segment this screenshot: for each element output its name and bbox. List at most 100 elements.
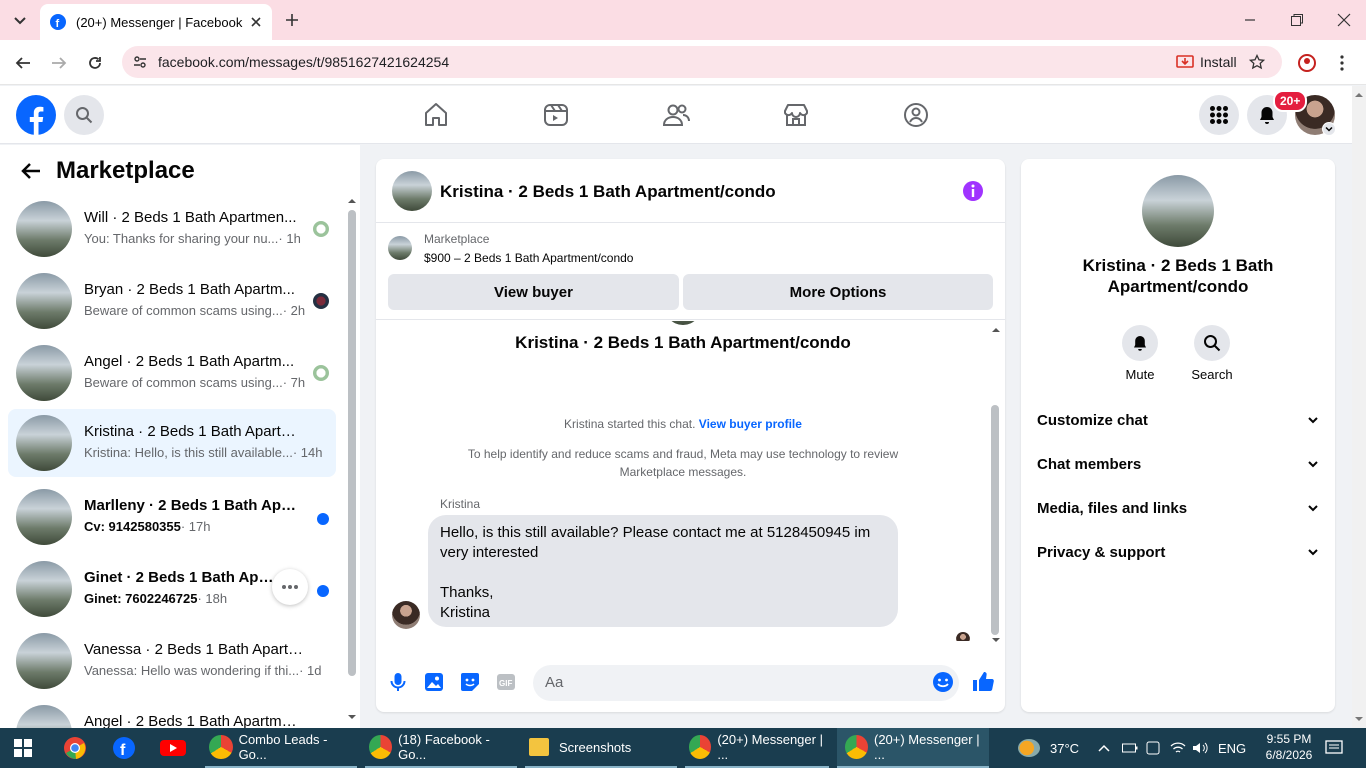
site-info-icon[interactable] [132, 54, 148, 70]
omnibox[interactable]: facebook.com/messages/t/9851627421624254… [122, 46, 1282, 78]
taskbar-app-facebook[interactable]: (18) Facebook - Go... [365, 728, 517, 768]
browser-tab[interactable]: f (20+) Messenger | Facebook [40, 4, 272, 40]
view-buyer-profile-link[interactable]: View buyer profile [699, 417, 802, 431]
bookmark-star-icon[interactable] [1249, 54, 1265, 70]
chat-members-section[interactable]: Chat members [1037, 444, 1319, 484]
windows-start-icon[interactable] [14, 728, 32, 768]
emoji-icon[interactable] [932, 671, 954, 693]
search-icon [75, 106, 93, 124]
chat-title[interactable]: Kristina · 2 Beds 1 Bath Apartment/condo [440, 182, 776, 202]
sticker-icon[interactable] [460, 672, 480, 692]
taskbar-app-messenger-1[interactable]: (20+) Messenger | ... [685, 728, 829, 768]
more-options-icon[interactable] [272, 569, 308, 605]
restore-icon[interactable] [1290, 13, 1304, 27]
conversation-item-selected[interactable]: Kristina · 2 Beds 1 Bath Apartme... Kris… [8, 409, 336, 477]
conversation-item[interactable]: Angel · 2 Beds 1 Bath Apartment... [8, 699, 336, 728]
photo-icon[interactable] [424, 672, 444, 692]
conversation-name: Bryan · 2 Beds 1 Bath Apartm... [84, 281, 295, 298]
clock-date: 6/8/2026 [1265, 748, 1313, 762]
view-buyer-button[interactable]: View buyer [388, 274, 679, 310]
message-input[interactable]: Aa [533, 665, 959, 701]
page-scrollbar[interactable] [1352, 86, 1366, 728]
wifi-icon[interactable] [1170, 728, 1186, 768]
chevron-down-icon [1307, 458, 1319, 470]
scroll-up-icon[interactable] [346, 196, 358, 204]
media-files-links-section[interactable]: Media, files and links [1037, 488, 1319, 528]
marketplace-icon[interactable] [781, 100, 811, 130]
home-icon[interactable] [421, 100, 451, 130]
youtube-taskbar-icon[interactable] [160, 728, 186, 768]
language-indicator[interactable]: ENG [1218, 728, 1246, 768]
taskbar-app-screenshots[interactable]: Screenshots [525, 728, 677, 768]
privacy-support-section[interactable]: Privacy & support [1037, 532, 1319, 572]
mute-button[interactable]: Mute [1110, 325, 1170, 382]
search-button[interactable] [64, 95, 104, 135]
conversation-preview: Beware of common scams using... · 2h [84, 303, 306, 318]
like-thumbs-up-icon[interactable] [972, 670, 994, 692]
new-tab-icon[interactable] [284, 12, 300, 28]
facebook-taskbar-icon[interactable]: f [112, 728, 136, 768]
close-tab-icon[interactable] [250, 16, 262, 28]
menu-button[interactable] [1199, 95, 1239, 135]
sender-avatar[interactable] [392, 601, 420, 629]
svg-text:f: f [120, 742, 126, 759]
device-icon[interactable] [1146, 728, 1160, 768]
conversation-list-scrollbar[interactable] [348, 210, 356, 676]
search-icon [1203, 334, 1221, 352]
details-name: Kristina · 2 Beds 1 Bath Apartment/condo [1082, 256, 1274, 296]
forward-icon[interactable] [50, 54, 68, 72]
friends-icon[interactable] [661, 100, 691, 130]
video-icon[interactable] [541, 100, 571, 130]
listing-title[interactable]: $900 – 2 Beds 1 Bath Apartment/condo [424, 251, 633, 265]
customize-chat-section[interactable]: Customize chat [1037, 400, 1319, 440]
microphone-icon[interactable] [388, 672, 408, 692]
back-icon[interactable] [14, 54, 32, 72]
tab-list-icon[interactable] [10, 10, 30, 30]
conversation-item[interactable]: Ginet · 2 Beds 1 Bath Apartm... Ginet: 7… [8, 555, 336, 623]
taskbar-app-combo-leads[interactable]: Combo Leads - Go... [205, 728, 357, 768]
conversation-item[interactable]: Angel · 2 Beds 1 Bath Apartm... Beware o… [8, 339, 336, 407]
profile-icon[interactable] [1297, 53, 1317, 73]
volume-icon[interactable] [1192, 728, 1208, 768]
thread-scroll-up-icon[interactable] [991, 325, 1001, 333]
message-bubble[interactable]: Hello, is this still available? Please c… [428, 515, 898, 627]
conversation-item[interactable]: Vanessa · 2 Beds 1 Bath Apartme... Vanes… [8, 627, 336, 695]
conversation-item[interactable]: Marlleny · 2 Beds 1 Bath Apart... Cv: 91… [8, 483, 336, 551]
back-arrow-icon[interactable] [20, 161, 42, 181]
browser-menu-icon[interactable] [1336, 54, 1348, 72]
gif-icon[interactable]: GIF [496, 672, 516, 692]
scroll-down-icon[interactable] [346, 714, 358, 722]
info-icon[interactable] [962, 180, 984, 202]
minimize-icon[interactable] [1244, 14, 1256, 26]
chrome-taskbar-icon[interactable] [63, 728, 87, 768]
account-chevron-icon[interactable] [1322, 122, 1336, 136]
conversation-preview: Kristina: Hello, is this still available… [84, 445, 323, 460]
chat-header: Kristina · 2 Beds 1 Bath Apartment/condo [376, 159, 1005, 223]
battery-icon[interactable] [1122, 728, 1138, 768]
more-options-button[interactable]: More Options [683, 274, 993, 310]
thread-scrollbar[interactable] [991, 405, 999, 635]
facebook-logo-icon[interactable] [16, 95, 56, 135]
listing-thumbnail [388, 236, 412, 260]
notification-center-icon[interactable] [1325, 728, 1343, 768]
details-avatar[interactable] [1142, 175, 1214, 247]
clock[interactable]: 9:55 PM 6/8/2026 [1256, 731, 1322, 763]
taskbar-app-messenger-2[interactable]: (20+) Messenger | ... [837, 728, 989, 768]
marketplace-label: Marketplace [424, 232, 490, 246]
listing-thumbnail [16, 705, 72, 728]
reload-icon[interactable] [86, 54, 104, 72]
search-conversation-button[interactable]: Search [1182, 325, 1242, 382]
groups-icon[interactable] [901, 100, 931, 130]
message-thread: Kristina · 2 Beds 1 Bath Apartment/condo… [376, 321, 1005, 641]
chat-avatar[interactable] [392, 171, 432, 211]
conversation-item[interactable]: Will · 2 Beds 1 Bath Apartmen... You: Th… [8, 195, 336, 263]
tray-chevron-icon[interactable] [1098, 728, 1110, 768]
url-text[interactable]: facebook.com/messages/t/9851627421624254 [158, 54, 449, 70]
install-button[interactable]: Install [1166, 50, 1247, 74]
conversation-item[interactable]: Bryan · 2 Beds 1 Bath Apartm... Beware o… [8, 267, 336, 335]
thread-scroll-down-icon[interactable] [991, 637, 1001, 645]
conversation-name: Angel · 2 Beds 1 Bath Apartm... [84, 353, 295, 370]
address-bar: facebook.com/messages/t/9851627421624254… [0, 40, 1366, 85]
close-window-icon[interactable] [1337, 13, 1351, 27]
weather-widget[interactable]: 37°C [1018, 728, 1079, 768]
